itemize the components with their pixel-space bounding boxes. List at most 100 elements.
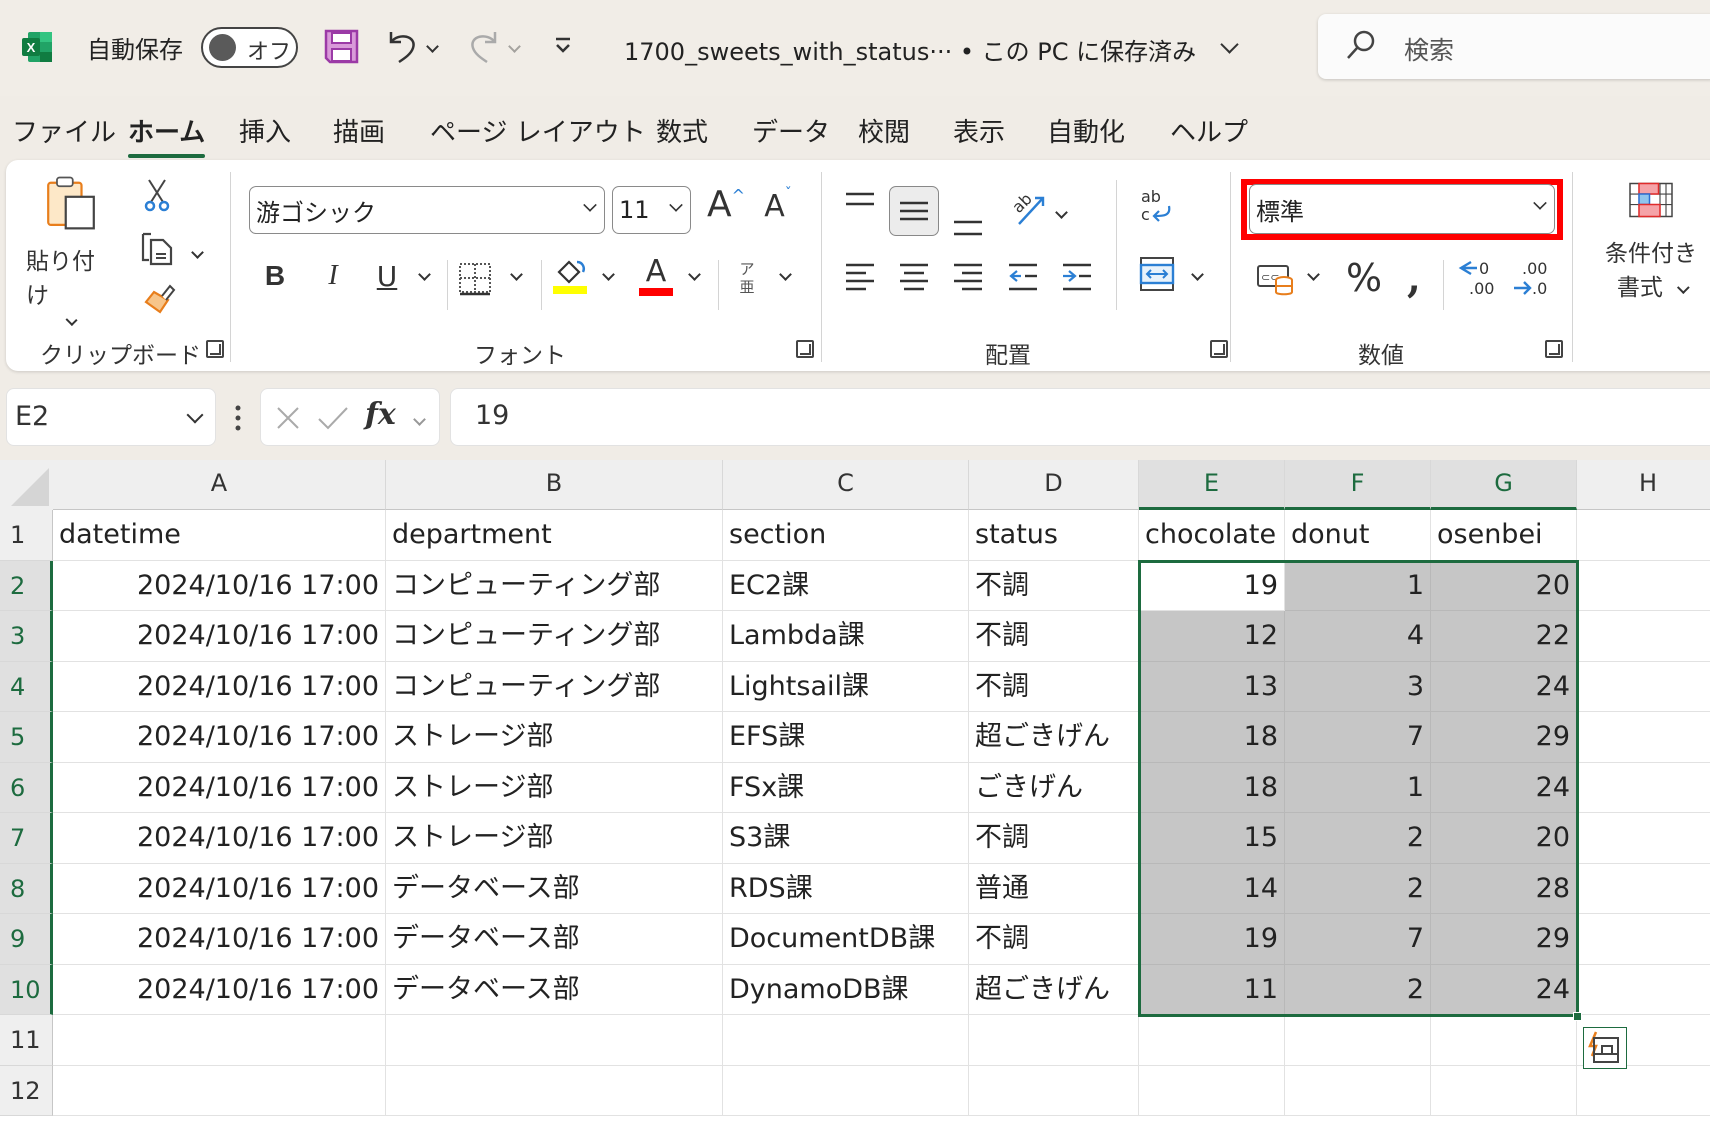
- cell-d3[interactable]: 不調: [969, 611, 1139, 662]
- select-all-button[interactable]: [0, 460, 53, 510]
- accounting-format-icon[interactable]: ⊂⊂: [1256, 264, 1294, 296]
- header-cell[interactable]: status: [969, 510, 1139, 561]
- row-header-7[interactable]: 7: [0, 813, 53, 864]
- row-header-10[interactable]: 10: [0, 964, 53, 1015]
- cell-c3[interactable]: Lambda課: [723, 611, 969, 662]
- tab-home[interactable]: ホーム: [128, 112, 206, 158]
- cell-h1[interactable]: [1577, 510, 1710, 561]
- paste-button[interactable]: 貼り付け: [26, 174, 116, 326]
- tab-page-layout[interactable]: ページ レイアウト: [430, 112, 646, 149]
- column-header-g[interactable]: G: [1431, 460, 1577, 510]
- copy-icon[interactable]: [139, 230, 173, 266]
- align-middle-button[interactable]: [889, 186, 939, 236]
- column-header-h[interactable]: H: [1577, 460, 1710, 510]
- font-color-button[interactable]: A: [638, 252, 674, 300]
- cell-h10[interactable]: [1577, 965, 1710, 1015]
- row-header-12[interactable]: 12: [0, 1065, 53, 1116]
- merge-center-icon[interactable]: [1139, 256, 1175, 292]
- row-header-5[interactable]: 5: [0, 712, 53, 763]
- increase-indent-icon[interactable]: [1061, 262, 1093, 292]
- cell-h2[interactable]: [1577, 561, 1710, 611]
- header-cell[interactable]: osenbei: [1431, 510, 1577, 561]
- header-cell[interactable]: section: [723, 510, 969, 561]
- column-header-e[interactable]: E: [1139, 460, 1285, 510]
- header-cell[interactable]: datetime: [53, 510, 386, 561]
- cell-d2[interactable]: 不調: [969, 560, 1139, 611]
- cell-b8[interactable]: データベース部: [386, 863, 723, 914]
- align-left-icon[interactable]: [844, 262, 876, 292]
- increase-decimal-icon[interactable]: 0 .00: [1457, 256, 1497, 300]
- cell-c2[interactable]: EC2課: [723, 560, 969, 611]
- cancel-icon[interactable]: [275, 405, 301, 431]
- cell-e7[interactable]: 15: [1139, 813, 1285, 864]
- enter-icon[interactable]: [317, 405, 349, 431]
- cell-d11[interactable]: [969, 1015, 1139, 1066]
- cell-e11[interactable]: [1139, 1015, 1285, 1066]
- cell-g7[interactable]: 20: [1431, 813, 1577, 864]
- cell-f10[interactable]: 2: [1285, 964, 1431, 1015]
- tab-data[interactable]: データ: [752, 112, 830, 149]
- tab-help[interactable]: ヘルプ: [1170, 112, 1248, 149]
- save-icon[interactable]: [324, 29, 359, 64]
- autosave-toggle[interactable]: オフ: [201, 27, 298, 68]
- cell-b3[interactable]: コンピューティング部: [386, 611, 723, 662]
- column-header-b[interactable]: B: [386, 460, 723, 510]
- italic-button[interactable]: I: [316, 256, 350, 296]
- cell-c8[interactable]: RDS課: [723, 863, 969, 914]
- cell-e4[interactable]: 13: [1139, 661, 1285, 712]
- cell-f9[interactable]: 7: [1285, 914, 1431, 965]
- decrease-indent-icon[interactable]: [1007, 262, 1039, 292]
- cell-b10[interactable]: データベース部: [386, 964, 723, 1015]
- decrease-font-size-button[interactable]: Aˇ: [758, 184, 798, 228]
- cell-a3[interactable]: 2024/10/16 17:00: [53, 611, 386, 662]
- column-header-a[interactable]: A: [53, 460, 386, 510]
- cell-c7[interactable]: S3課: [723, 813, 969, 864]
- cell-g11[interactable]: [1431, 1015, 1577, 1066]
- fill-color-dropdown-icon[interactable]: [602, 264, 615, 283]
- undo-icon[interactable]: [385, 28, 421, 64]
- cell-b11[interactable]: [386, 1015, 723, 1066]
- cut-icon[interactable]: [143, 178, 171, 212]
- cell-g3[interactable]: 22: [1431, 611, 1577, 662]
- cell-d8[interactable]: 普通: [969, 863, 1139, 914]
- cell-f3[interactable]: 4: [1285, 611, 1431, 662]
- cell-g10[interactable]: 24: [1431, 964, 1577, 1015]
- cell-f6[interactable]: 1: [1285, 762, 1431, 813]
- phonetic-guide-button[interactable]: ア 亜: [732, 256, 762, 300]
- cell-f2[interactable]: 1: [1285, 560, 1431, 611]
- cell-c12[interactable]: [723, 1065, 969, 1116]
- cell-b6[interactable]: ストレージ部: [386, 762, 723, 813]
- cell-c4[interactable]: Lightsail課: [723, 661, 969, 712]
- underline-dropdown-icon[interactable]: [418, 264, 431, 283]
- formula-input[interactable]: 19: [450, 388, 1710, 446]
- orientation-icon[interactable]: ab: [1009, 188, 1047, 228]
- cell-e10[interactable]: 11: [1139, 964, 1285, 1015]
- cell-e9[interactable]: 19: [1139, 914, 1285, 965]
- cell-d10[interactable]: 超ごきげん: [969, 964, 1139, 1015]
- tab-review[interactable]: 校閲: [858, 112, 910, 149]
- cell-e6[interactable]: 18: [1139, 762, 1285, 813]
- cell-g8[interactable]: 28: [1431, 863, 1577, 914]
- font-color-dropdown-icon[interactable]: [688, 264, 701, 283]
- tab-file[interactable]: ファイル: [12, 112, 116, 149]
- cell-a11[interactable]: [53, 1015, 386, 1066]
- fill-handle[interactable]: [1573, 1012, 1582, 1021]
- format-painter-icon[interactable]: [142, 282, 176, 316]
- cell-c9[interactable]: DocumentDB課: [723, 914, 969, 965]
- copy-dropdown-icon[interactable]: [191, 242, 204, 261]
- cell-f12[interactable]: [1285, 1065, 1431, 1116]
- number-format-select[interactable]: 標準: [1249, 184, 1555, 234]
- increase-font-size-button[interactable]: A ^: [704, 180, 748, 228]
- cell-d6[interactable]: ごきげん: [969, 762, 1139, 813]
- undo-dropdown-button[interactable]: [426, 36, 439, 55]
- cell-e12[interactable]: [1139, 1065, 1285, 1116]
- cell-g9[interactable]: 29: [1431, 914, 1577, 965]
- document-title-chevron-icon[interactable]: [1220, 35, 1239, 55]
- cell-c5[interactable]: EFS課: [723, 712, 969, 763]
- cell-a8[interactable]: 2024/10/16 17:00: [53, 863, 386, 914]
- tab-automate[interactable]: 自動化: [1047, 112, 1125, 149]
- cell-d5[interactable]: 超ごきげん: [969, 712, 1139, 763]
- cell-b12[interactable]: [386, 1065, 723, 1116]
- cell-a2[interactable]: 2024/10/16 17:00: [53, 560, 386, 611]
- header-cell[interactable]: chocolate: [1139, 510, 1285, 561]
